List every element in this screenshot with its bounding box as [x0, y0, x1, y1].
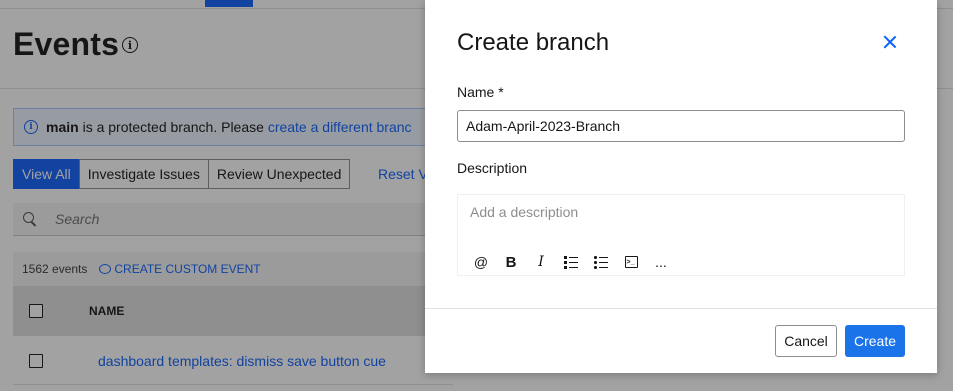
name-label: Name *: [457, 84, 504, 100]
modal-title: Create branch: [457, 29, 610, 56]
numbered-list-icon[interactable]: [556, 251, 586, 273]
close-icon[interactable]: [882, 34, 898, 50]
code-block-icon[interactable]: >_: [616, 251, 646, 273]
mention-icon[interactable]: @: [466, 251, 496, 273]
description-editor[interactable]: Add a description @ B I >_ ...: [457, 194, 905, 276]
italic-icon[interactable]: I: [526, 251, 556, 273]
description-placeholder: Add a description: [470, 204, 579, 220]
editor-toolbar: @ B I >_ ...: [466, 251, 676, 273]
cancel-button[interactable]: Cancel: [775, 325, 837, 357]
create-button[interactable]: Create: [845, 325, 905, 357]
description-label: Description: [457, 160, 528, 176]
modal-footer-divider: [425, 308, 937, 309]
bulleted-list-icon[interactable]: [586, 251, 616, 273]
bold-icon[interactable]: B: [496, 251, 526, 273]
create-branch-modal: Create branch Name * Description Add a d…: [425, 0, 937, 373]
more-options-icon[interactable]: ...: [646, 251, 676, 273]
branch-name-input[interactable]: [457, 110, 905, 142]
